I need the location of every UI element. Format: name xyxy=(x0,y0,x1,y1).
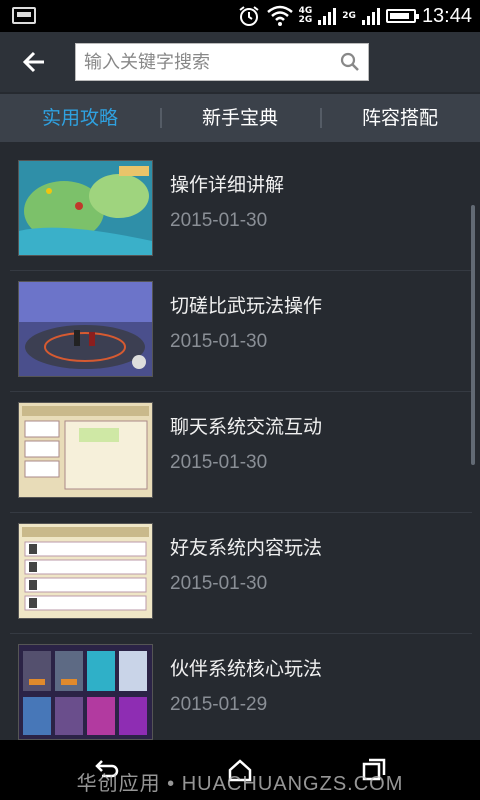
screenshot-notification-icon xyxy=(12,7,36,24)
tab-practical-guides[interactable]: 实用攻略 xyxy=(0,94,160,142)
article-thumbnail xyxy=(18,644,153,740)
tab-beginner-handbook[interactable]: 新手宝典 xyxy=(160,94,320,142)
battery-fill xyxy=(389,13,409,19)
article-thumbnail xyxy=(18,160,153,256)
article-date: 2015-01-30 xyxy=(170,452,268,473)
list-scrollbar[interactable] xyxy=(471,205,475,465)
article-title: 切磋比武玩法操作 xyxy=(170,295,323,317)
signal-icon xyxy=(318,7,337,25)
list-item[interactable]: 聊天系统交流互动 2015-01-30 xyxy=(10,392,472,513)
dual-network-label: 4G 2G xyxy=(299,7,313,25)
article-thumbnail xyxy=(18,281,153,377)
category-tabs: 实用攻略 新手宝典 阵容搭配 xyxy=(0,94,480,142)
back-arrow-icon[interactable] xyxy=(18,46,52,78)
article-title: 操作详细讲解 xyxy=(170,174,285,196)
search-icon[interactable] xyxy=(340,52,360,72)
list-item[interactable]: 切磋比武玩法操作 2015-01-30 xyxy=(10,271,472,392)
signal-icon-2 xyxy=(361,7,380,25)
network-type-bottom: 2G xyxy=(298,15,313,25)
article-date: 2015-01-29 xyxy=(170,694,268,715)
status-icons: 4G 2G 2G 13:44 xyxy=(237,4,472,28)
list-item[interactable]: 好友系统内容玩法 2015-01-30 xyxy=(10,513,472,634)
article-thumbnail xyxy=(18,523,153,619)
status-bar: 4G 2G 2G 13:44 xyxy=(0,0,480,32)
article-date: 2015-01-30 xyxy=(170,331,268,352)
article-list: 操作详细讲解 2015-01-30 切磋比武玩法操作 2015-01-30 聊天… xyxy=(0,150,480,740)
article-date: 2015-01-30 xyxy=(170,573,268,594)
article-date: 2015-01-30 xyxy=(170,210,268,231)
battery-icon xyxy=(385,9,419,23)
search-box[interactable] xyxy=(75,43,369,81)
alarm-icon xyxy=(239,6,259,26)
article-title: 好友系统内容玩法 xyxy=(170,537,323,559)
watermark: 华创应用 • HUACHUANGZS.COM xyxy=(76,773,404,795)
article-title: 伙伴系统核心玩法 xyxy=(170,658,323,680)
wifi-icon xyxy=(266,5,293,26)
top-bar xyxy=(0,32,480,92)
list-item[interactable]: 操作详细讲解 2015-01-30 xyxy=(10,150,472,271)
network-type-second: 2G xyxy=(342,10,356,21)
list-item[interactable]: 伙伴系统核心玩法 2015-01-29 xyxy=(10,634,472,740)
article-title: 聊天系统交流互动 xyxy=(170,416,323,438)
tab-lineup-matching[interactable]: 阵容搭配 xyxy=(320,94,480,142)
article-thumbnail xyxy=(18,402,153,498)
status-time: 13:44 xyxy=(421,4,472,27)
search-input[interactable] xyxy=(76,44,342,80)
